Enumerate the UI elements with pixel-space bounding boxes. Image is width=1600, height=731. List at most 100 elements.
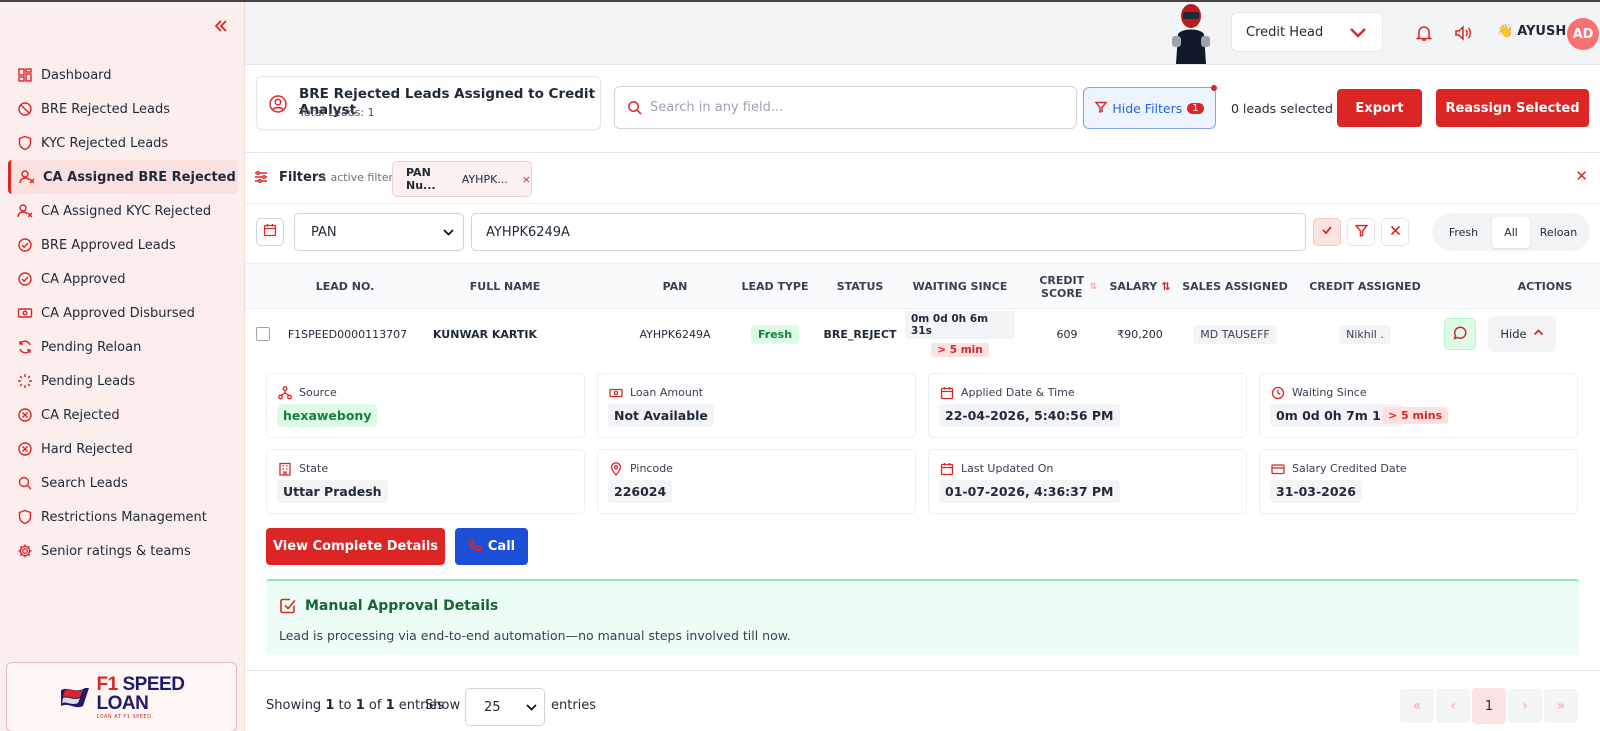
shield-icon (17, 135, 33, 151)
sort-icon: ⇅ (1089, 281, 1097, 292)
sidebar-item-pending-reloan[interactable]: Pending Reloan (8, 330, 238, 364)
chevron-right-icon: › (1522, 698, 1528, 714)
status: BRE_REJECT (823, 327, 897, 341)
hide-filters-button[interactable]: Hide Filters 1 (1083, 85, 1217, 129)
flag-logo-icon (60, 688, 89, 708)
segment-reloan[interactable]: Reloan (1530, 226, 1587, 239)
check-square-icon (279, 597, 297, 619)
showing-total: 1 (385, 698, 395, 713)
sidebar-item-ca-approved-disbursed[interactable]: CA Approved Disbursed (8, 296, 238, 330)
col-credit-assigned: CREDIT ASSIGNED (1309, 280, 1421, 294)
sidebar-item-bre-rejected[interactable]: BRE Rejected Leads (8, 92, 238, 126)
sidebar-item-dashboard[interactable]: Dashboard (8, 58, 238, 92)
collapse-sidebar-icon[interactable] (214, 14, 228, 38)
segment-all[interactable]: All (1492, 216, 1530, 248)
building-icon (278, 462, 292, 480)
hide-filters-label: Hide Filters (1112, 100, 1183, 116)
calendar-button[interactable] (256, 218, 284, 246)
chat-button[interactable] (1444, 318, 1476, 350)
salary-date-card: Salary Credited Date 31-03-2026 (1259, 449, 1578, 514)
sidebar-item-label: BRE Rejected Leads (41, 101, 170, 117)
table-header: LEAD NO. FULL NAME PAN LEAD TYPE STATUS … (245, 263, 1600, 309)
sidebar-item-kyc-rejected[interactable]: KYC Rejected Leads (8, 126, 238, 160)
hide-label: Hide (1500, 327, 1527, 341)
sidebar-item-label: CA Approved (41, 271, 126, 287)
col-credit-score[interactable]: CREDIT SCORE ⇅ (1037, 264, 1097, 310)
call-button[interactable]: Call (455, 528, 528, 565)
dashboard-icon (17, 67, 33, 83)
first-page-button[interactable]: « (1400, 689, 1434, 723)
page-size-select[interactable]: 25 (465, 688, 545, 726)
filter-field-select[interactable]: PAN (294, 213, 464, 251)
sidebar-item-pending-leads[interactable]: Pending Leads (8, 364, 238, 398)
sidebar-item-ca-assigned-bre-rejected[interactable]: CA Assigned BRE Rejected (8, 160, 238, 194)
applied-date-label: Applied Date & Time (961, 386, 1075, 399)
export-button[interactable]: Export (1337, 89, 1422, 127)
reassign-selected-button[interactable]: Reassign Selected (1436, 89, 1589, 127)
apply-filter-button[interactable] (1313, 218, 1341, 246)
credit-cell: Nikhil . (1295, 309, 1435, 359)
prev-page-button[interactable]: ‹ (1436, 689, 1470, 723)
call-label: Call (487, 539, 516, 554)
sidebar-item-search-leads[interactable]: Search Leads (8, 466, 238, 500)
chevron-down-icon (442, 226, 455, 243)
sidebar-item-label: Restrictions Management (41, 509, 207, 525)
sidebar-item-ca-rejected[interactable]: CA Rejected (8, 398, 238, 432)
credit-card-icon (1271, 462, 1285, 480)
lead-no[interactable]: F1SPEED0000113707 (288, 309, 407, 359)
segment-fresh[interactable]: Fresh (1435, 226, 1492, 239)
advanced-filter-button[interactable] (1347, 218, 1375, 246)
banknote-icon (17, 305, 33, 321)
next-page-button[interactable]: › (1508, 689, 1542, 723)
user-greeting[interactable]: 👋 AYUSH (1497, 24, 1566, 39)
last-updated-value: 01-07-2026, 4:36:37 PM (939, 480, 1120, 503)
map-pin-icon (609, 462, 623, 480)
col-full-name: FULL NAME (469, 280, 541, 294)
sliders-icon (254, 170, 268, 188)
sales-cell: MD TAUSEFF (1180, 309, 1290, 359)
sidebar-item-label: Senior ratings & teams (41, 543, 191, 559)
sidebar-item-bre-approved[interactable]: BRE Approved Leads (8, 228, 238, 262)
page-number-button[interactable]: 1 (1472, 688, 1506, 724)
page-size-value: 25 (484, 699, 501, 715)
role-select[interactable]: Credit Head (1231, 12, 1383, 52)
check-circle-icon (17, 237, 33, 253)
clear-filter-button[interactable] (1381, 218, 1409, 246)
sidebar-item-ca-assigned-kyc-rejected[interactable]: CA Assigned KYC Rejected (8, 194, 238, 228)
filter-value-input[interactable]: AYHPK6249A (471, 213, 1306, 251)
x-circle-icon (17, 407, 33, 423)
speaker-icon[interactable] (1454, 24, 1474, 46)
close-filters-icon[interactable]: ✕ (1575, 167, 1588, 185)
sidebar-item-restrictions[interactable]: Restrictions Management (8, 500, 238, 534)
sidebar-item-label: CA Rejected (41, 407, 120, 423)
sidebar-item-label: Pending Leads (41, 373, 136, 389)
remove-chip-icon[interactable]: × (522, 173, 531, 186)
avatar[interactable]: AD (1567, 18, 1599, 50)
col-lead-no: LEAD NO. (315, 280, 375, 294)
chip-value: AYHPK... (461, 172, 508, 186)
row-checkbox[interactable] (256, 327, 270, 341)
search-input[interactable] (650, 100, 1070, 115)
sidebar-item-ca-approved[interactable]: CA Approved (8, 262, 238, 296)
last-page-button[interactable]: » (1544, 689, 1578, 723)
loader-icon (17, 373, 33, 389)
waiting-time: 0m 0d 0h 6m 31s (905, 311, 1015, 339)
sidebar-item-senior-ratings[interactable]: Senior ratings & teams (8, 534, 238, 568)
manual-approval-panel: Manual Approval Details Lead is processi… (266, 579, 1579, 655)
bell-icon[interactable] (1415, 24, 1433, 46)
col-actions: ACTIONS (1517, 280, 1573, 294)
col-salary[interactable]: SALARY ⇅ (1100, 264, 1180, 310)
view-complete-details-button[interactable]: View Complete Details (266, 528, 445, 565)
chevron-left-icon: ‹ (1450, 698, 1456, 714)
showing-from: 1 (325, 698, 335, 713)
filter-chip-pan[interactable]: PAN Nu... AYHPK... × (392, 161, 532, 197)
search-icon (17, 475, 33, 491)
hide-details-button[interactable]: Hide (1488, 316, 1556, 352)
sidebar-item-hard-rejected[interactable]: Hard Rejected (8, 432, 238, 466)
active-filter-count: 1 active filter (320, 171, 394, 184)
pincode-label: Pincode (630, 462, 673, 475)
waiting-since-card: Waiting Since 0m 0d 0h 7m 11s > 5 mins (1259, 373, 1578, 438)
pan: AYHPK6249A (639, 327, 711, 341)
search-box[interactable] (614, 86, 1077, 129)
credit-score-label: CREDIT SCORE (1039, 273, 1085, 300)
